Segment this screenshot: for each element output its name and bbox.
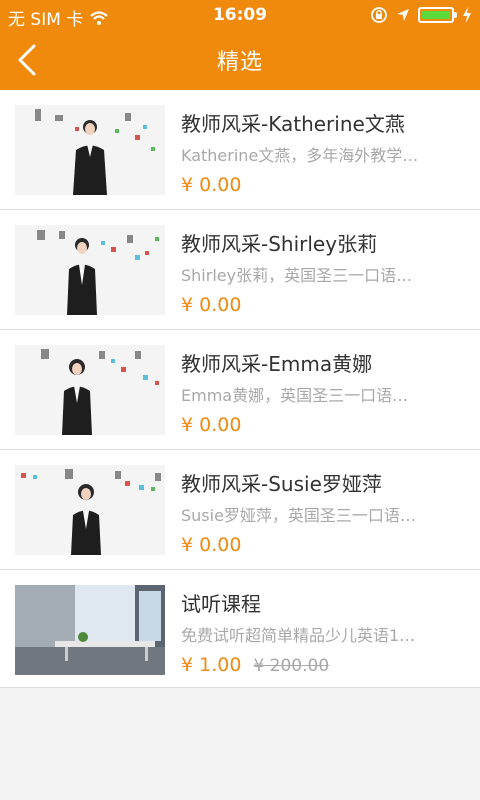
original-price: ¥ 200.00	[253, 656, 330, 676]
course-description: Emma黄娜，英国圣三一口语…	[181, 386, 409, 405]
course-thumbnail	[15, 585, 165, 675]
price-row: ¥ 0.00	[181, 174, 241, 196]
course-thumbnail	[15, 105, 165, 195]
price-row: ¥ 0.00	[181, 414, 241, 436]
course-item[interactable]: 教师风采-Emma黄娜 Emma黄娜，英国圣三一口语… ¥ 0.00	[0, 330, 480, 450]
nav-bar: 精选	[0, 30, 480, 90]
price-row: ¥ 0.00	[181, 294, 241, 316]
course-title: 教师风采-Susie罗娅萍	[181, 472, 382, 496]
course-item[interactable]: 试听课程 免费试听超简单精品少儿英语1… ¥ 1.00 ¥ 200.00	[0, 570, 480, 688]
course-price: ¥ 1.00	[181, 654, 242, 676]
course-description: Katherine文燕，多年海外教学…	[181, 146, 419, 165]
course-price: ¥ 0.00	[181, 294, 242, 316]
course-price: ¥ 0.00	[181, 414, 242, 436]
course-title: 教师风采-Shirley张莉	[181, 232, 378, 256]
course-list: 教师风采-Katherine文燕 Katherine文燕，多年海外教学… ¥ 0…	[0, 90, 480, 688]
battery-icon	[418, 7, 457, 23]
course-item[interactable]: 教师风采-Susie罗娅萍 Susie罗娅萍，英国圣三一口语… ¥ 0.00	[0, 450, 480, 570]
course-description: Shirley张莉，英国圣三一口语…	[181, 266, 413, 285]
course-thumbnail	[15, 225, 165, 315]
course-description: 免费试听超简单精品少儿英语1…	[181, 626, 416, 645]
status-icons	[370, 6, 472, 24]
orientation-lock-icon	[371, 7, 387, 23]
course-item[interactable]: 教师风采-Katherine文燕 Katherine文燕，多年海外教学… ¥ 0…	[0, 90, 480, 210]
price-row: ¥ 1.00 ¥ 200.00	[181, 654, 329, 676]
course-description: Susie罗娅萍，英国圣三一口语…	[181, 506, 416, 525]
course-title: 教师风采-Emma黄娜	[181, 352, 373, 376]
course-price: ¥ 0.00	[181, 534, 242, 556]
course-title: 试听课程	[181, 592, 261, 616]
status-bar: 无 SIM 卡 16:09	[0, 0, 480, 30]
course-item[interactable]: 教师风采-Shirley张莉 Shirley张莉，英国圣三一口语… ¥ 0.00	[0, 210, 480, 330]
charging-icon	[463, 7, 471, 23]
price-row: ¥ 0.00	[181, 534, 241, 556]
course-title: 教师风采-Katherine文燕	[181, 112, 405, 136]
header-bar: 无 SIM 卡 16:09 精选	[0, 0, 480, 90]
course-thumbnail	[15, 465, 165, 555]
location-arrow-icon	[397, 9, 409, 21]
course-price: ¥ 0.00	[181, 174, 242, 196]
course-thumbnail	[15, 345, 165, 435]
page-title: 精选	[216, 50, 263, 75]
